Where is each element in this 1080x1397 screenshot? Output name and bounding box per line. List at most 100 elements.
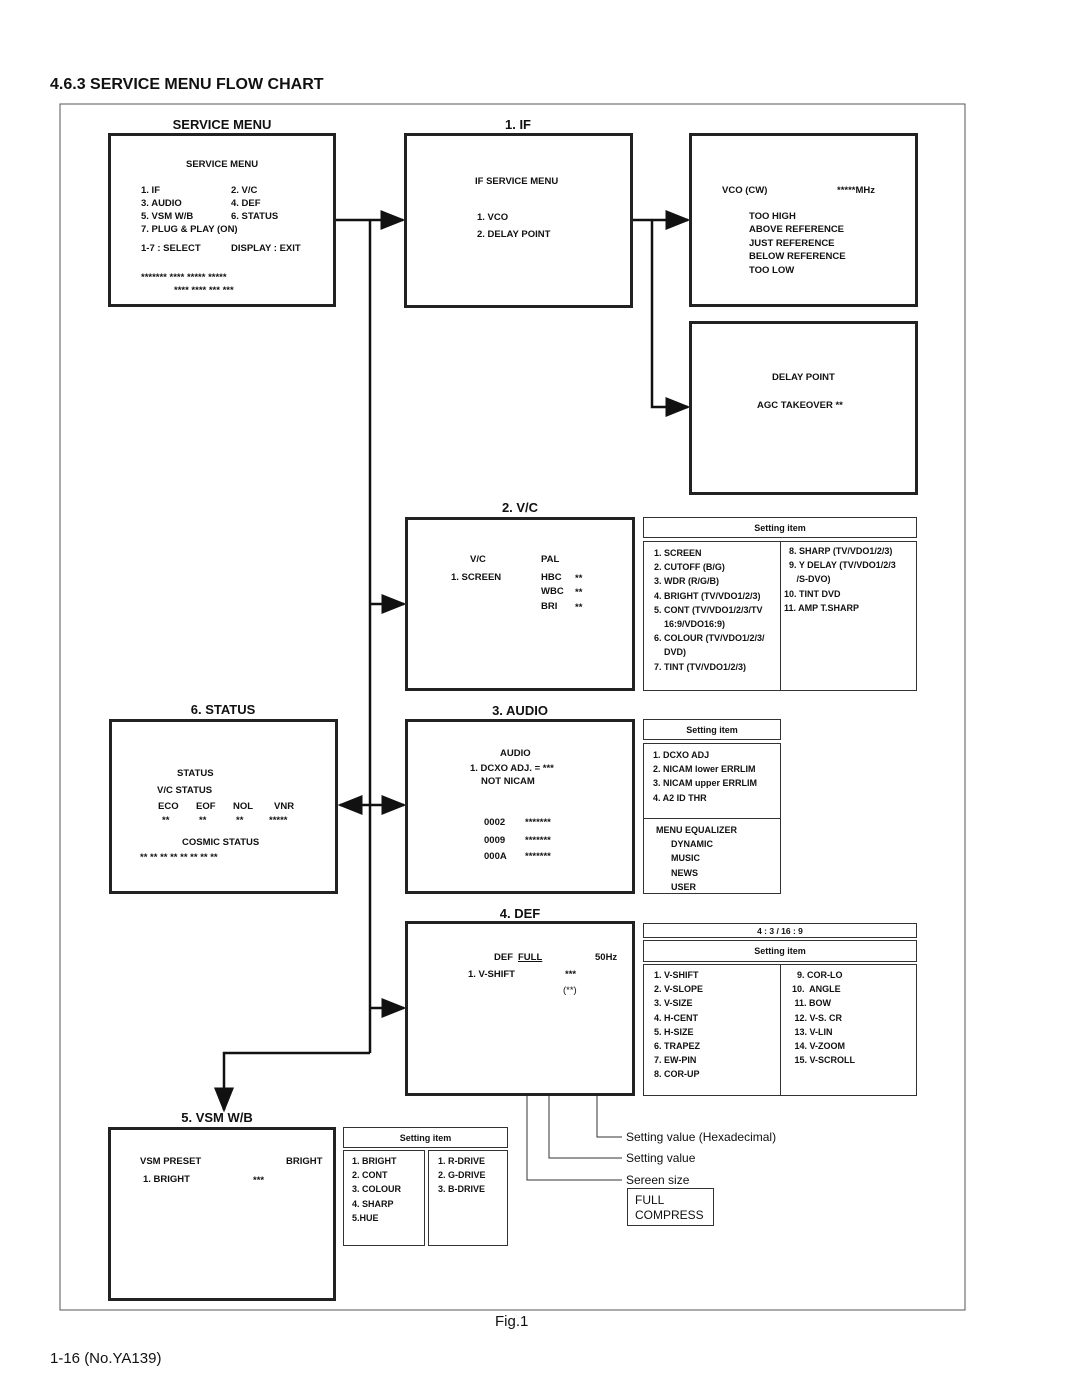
audio-setting-table: 1. DCXO ADJ 2. NICAM lower ERRLIM 3. NIC… — [643, 743, 781, 819]
stars-row: **** **** *** *** — [174, 285, 234, 296]
menu-item: 6. STATUS — [231, 211, 279, 222]
menu-item: 2. DELAY POINT — [477, 229, 551, 240]
vsm-setting-col2: 1. R-DRIVE 2. G-DRIVE 3. B-DRIVE — [428, 1150, 508, 1246]
vco-value: *****MHz — [837, 185, 876, 196]
vc-setting-table: 1. SCREEN 2. CUTOFF (B/G) 3. WDR (R/G/B)… — [643, 541, 917, 691]
setting-value-hex: (**) — [563, 985, 577, 996]
code: 0009 — [484, 835, 506, 846]
vsm-setting-col1: 1. BRIGHT 2. CONT 3. COLOUR 4. SHARP 5.H… — [343, 1150, 425, 1246]
code: 0002 — [484, 817, 506, 828]
def-mode: FULL — [518, 952, 543, 963]
vsm-setting-list1: 1. BRIGHT 2. CONT 3. COLOUR 4. SHARP 5.H… — [352, 1156, 402, 1223]
vc-setting-col1: 1. SCREEN 2. CUTOFF (B/G) 3. WDR (R/G/B)… — [654, 548, 765, 672]
vsm-setting-header: Setting item — [343, 1127, 508, 1148]
def-setting-header: Setting item — [643, 940, 917, 962]
status-label: 6. STATUS — [190, 702, 256, 717]
menu-item: 4. DEF — [231, 198, 261, 209]
equalizer-list: MENU EQUALIZER DYNAMIC MUSIC NEWS USER — [656, 825, 737, 892]
note-size: Sereen size — [626, 1173, 690, 1187]
option-full: FULL — [635, 1193, 665, 1207]
code-value: ******* — [525, 835, 551, 846]
code-value: ******* — [525, 851, 551, 862]
bri: BRI — [541, 601, 558, 612]
bright-value: *** — [253, 1175, 265, 1186]
vsm-preset: VSM PRESET — [140, 1156, 202, 1167]
stars-row: ******* **** ***** ***** — [141, 272, 227, 283]
vc-label: 2. V/C — [501, 500, 539, 515]
equalizer-table: MENU EQUALIZER DYNAMIC MUSIC NEWS USER — [643, 818, 781, 894]
menu-item: 5. VSM W/B — [141, 211, 194, 222]
vco-levels: TOO HIGH ABOVE REFERENCE JUST REFERENCE BEL… — [749, 210, 846, 276]
not-nicam: NOT NICAM — [481, 776, 535, 787]
note-value: Setting value — [626, 1151, 696, 1165]
status-heading: STATUS — [177, 768, 214, 779]
def-heading: DEF — [494, 952, 513, 963]
nol: NOL — [233, 801, 254, 812]
dcxo-adj: 1. DCXO ADJ. = *** — [470, 763, 554, 774]
delay-heading: DELAY POINT — [772, 372, 835, 383]
page: 4.6.3 SERVICE MENU FLOW CHART SERVICE ME… — [0, 0, 1080, 1397]
value: ** — [162, 815, 170, 826]
vco-heading: VCO (CW) — [722, 185, 768, 196]
option-compress: COMPRESS — [635, 1208, 704, 1222]
def-setting-table: 1. V-SHIFT 2. V-SLOPE 3. V-SIZE 4. H-CEN… — [643, 964, 917, 1096]
wbc: WBC — [541, 586, 564, 597]
service-menu-box: SERVICE MENU 1. IF 2. V/C 3. AUDIO 4. DE… — [108, 133, 336, 307]
menu-item: 7. PLUG & PLAY (ON) — [141, 224, 238, 235]
menu-item: 1. VCO — [477, 212, 509, 223]
def-label: 4. DEF — [499, 906, 541, 921]
vc-setting-col2: 8. SHARP (TV/VDO1/2/3) 9. Y DELAY (TV/VD… — [784, 546, 896, 613]
audio-setting-list: 1. DCXO ADJ 2. NICAM lower ERRLIM 3. NIC… — [653, 750, 758, 803]
pal-text: PAL — [541, 554, 560, 565]
def-setting-col1: 1. V-SHIFT 2. V-SLOPE 3. V-SIZE 4. H-CEN… — [654, 970, 704, 1080]
value: ** — [236, 815, 244, 826]
service-menu-label: SERVICE MENU — [172, 117, 272, 132]
audio-setting-header: Setting item — [643, 719, 781, 740]
value: ** — [575, 602, 583, 613]
def-hz: 50Hz — [595, 952, 618, 963]
value: ** — [575, 573, 583, 584]
vc-status: V/C STATUS — [157, 785, 213, 796]
delay-point-box: DELAY POINT AGC TAKEOVER ** — [689, 321, 918, 495]
select-hint: 1-7 : SELECT — [141, 243, 201, 254]
def-box: DEF FULL 50Hz 1. V-SHIFT *** (**) — [405, 921, 635, 1096]
aspect-header: 4 : 3 / 16 : 9 — [643, 923, 917, 938]
setting-value: *** — [565, 969, 577, 980]
menu-item: 1. IF — [141, 185, 161, 196]
vsm-label: 5. VSM W/B — [181, 1110, 253, 1125]
agc-takeover: AGC TAKEOVER ** — [757, 400, 843, 411]
eco: ECO — [158, 801, 179, 812]
cosmic-values: ** ** ** ** ** ** ** ** — [140, 852, 218, 863]
code: 000A — [484, 851, 507, 862]
if-heading: IF SERVICE MENU — [475, 176, 559, 187]
menu-item: 2. V/C — [231, 185, 258, 196]
value: ** — [575, 587, 583, 598]
audio-box: AUDIO 1. DCXO ADJ. = *** NOT NICAM 0002 … — [405, 719, 635, 894]
figure-caption: Fig.1 — [495, 1313, 529, 1330]
vsm-box: VSM PRESET BRIGHT 1. BRIGHT *** — [108, 1127, 336, 1301]
if-menu-box: IF SERVICE MENU 1. VCO 2. DELAY POINT — [404, 133, 633, 308]
audio-label: 3. AUDIO — [492, 703, 548, 718]
menu-item: 3. AUDIO — [141, 198, 182, 209]
cosmic-status: COSMIC STATUS — [182, 837, 260, 848]
hbc: HBC — [541, 572, 562, 583]
status-box: STATUS V/C STATUS ECO EOF NOL VNR ** ** … — [109, 719, 338, 894]
service-menu-heading: SERVICE MENU — [186, 159, 259, 170]
def-setting-col2: 9. COR-LO 10. ANGLE 11. BOW 12. V-S. CR … — [792, 970, 856, 1066]
exit-hint: DISPLAY : EXIT — [231, 243, 301, 254]
eof: EOF — [196, 801, 216, 812]
if-label: 1. IF — [504, 117, 532, 132]
value: ** — [199, 815, 207, 826]
vc-setting-header: Setting item — [643, 517, 917, 538]
audio-heading: AUDIO — [500, 748, 531, 759]
note-hex: Setting value (Hexadecimal) — [626, 1130, 777, 1144]
value: ***** — [269, 815, 288, 826]
bright-item: 1. BRIGHT — [143, 1174, 190, 1185]
vc-box: V/C PAL 1. SCREEN HBC WBC BRI ** ** ** — [405, 517, 635, 691]
v-shift-item: 1. V-SHIFT — [468, 969, 515, 980]
code-value: ******* — [525, 817, 551, 828]
vc-text: V/C — [470, 554, 486, 565]
vsm-setting-list2: 1. R-DRIVE 2. G-DRIVE 3. B-DRIVE — [438, 1156, 486, 1195]
vco-box: VCO (CW) *****MHz TOO HIGH ABOVE REFERENC… — [689, 133, 918, 307]
screen-item: 1. SCREEN — [451, 572, 502, 583]
